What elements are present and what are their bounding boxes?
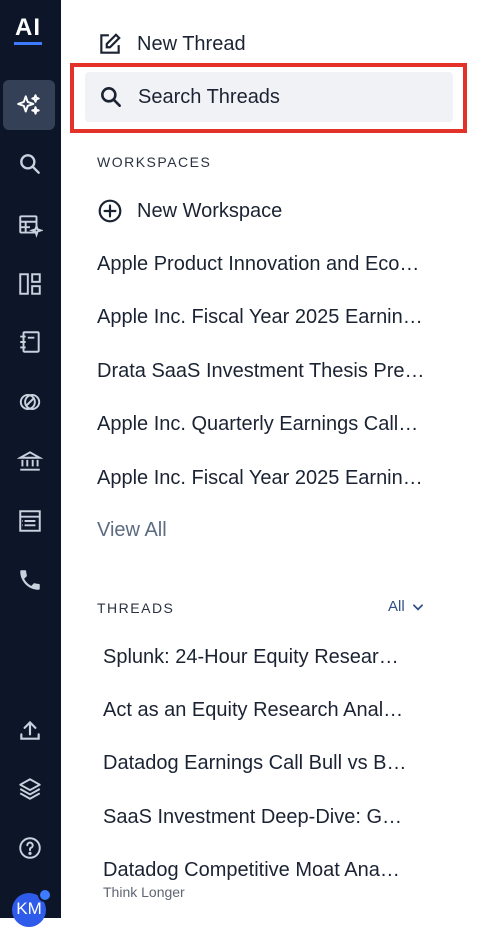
- workspace-item[interactable]: Apple Inc. Fiscal Year 2025 Earnin…: [97, 306, 437, 329]
- threads-filter-dropdown[interactable]: All: [388, 598, 425, 615]
- list-icon[interactable]: [4, 497, 56, 545]
- workspace-item[interactable]: Apple Product Innovation and Eco…: [97, 253, 437, 276]
- search-icon[interactable]: [4, 140, 56, 188]
- thread-item[interactable]: Splunk: 24-Hour Equity Researc…: [103, 646, 408, 669]
- workspace-item[interactable]: Apple Inc. Fiscal Year 2025 Earnin…: [97, 467, 437, 490]
- phone-icon[interactable]: [4, 556, 56, 604]
- view-all-link[interactable]: View All: [97, 519, 167, 542]
- icon-rail: AI KM: [0, 0, 61, 927]
- new-workspace-button[interactable]: New Workspace: [97, 193, 282, 229]
- workspace-item[interactable]: Apple Inc. Quarterly Earnings Call…: [97, 413, 437, 436]
- bank-icon[interactable]: [4, 437, 56, 485]
- chevron-down-icon: [412, 603, 423, 611]
- edit-icon: [100, 33, 121, 54]
- thread-item[interactable]: Act as an Equity Research Anal…: [103, 699, 408, 722]
- logo-underline: [14, 42, 42, 45]
- thread-item-subtitle: Think Longer: [103, 884, 185, 900]
- workspace-item[interactable]: Drata SaaS Investment Thesis Pre…: [97, 360, 437, 383]
- new-thread-button[interactable]: New Thread: [97, 26, 246, 62]
- overlap-circles-icon[interactable]: [4, 378, 56, 426]
- layers-icon[interactable]: [4, 765, 56, 813]
- threads-panel: New Thread Search Threads WORKSPACES New…: [61, 0, 478, 918]
- plus-circle-icon: [98, 199, 122, 223]
- dashboard-icon[interactable]: [4, 260, 56, 308]
- thread-item[interactable]: Datadog Earnings Call Bull vs B…: [103, 752, 408, 775]
- app-logo[interactable]: AI: [13, 14, 43, 42]
- threads-heading: THREADS: [97, 600, 175, 616]
- thread-item[interactable]: SaaS Investment Deep-Dive: Gr…: [103, 806, 408, 829]
- help-icon[interactable]: [4, 824, 56, 872]
- workspaces-heading: WORKSPACES: [97, 154, 212, 170]
- notification-dot: [38, 888, 52, 902]
- threads-filter-label: All: [388, 598, 405, 615]
- highlight-box: [70, 63, 467, 133]
- new-workspace-label: New Workspace: [137, 199, 283, 222]
- new-thread-label: New Thread: [137, 32, 246, 55]
- upload-icon[interactable]: [4, 706, 56, 754]
- thread-item[interactable]: Datadog Competitive Moat Ana…: [103, 859, 408, 882]
- notebook-icon[interactable]: [4, 318, 56, 366]
- sparkle-icon[interactable]: [3, 80, 55, 130]
- table-sparkle-icon[interactable]: [4, 201, 56, 249]
